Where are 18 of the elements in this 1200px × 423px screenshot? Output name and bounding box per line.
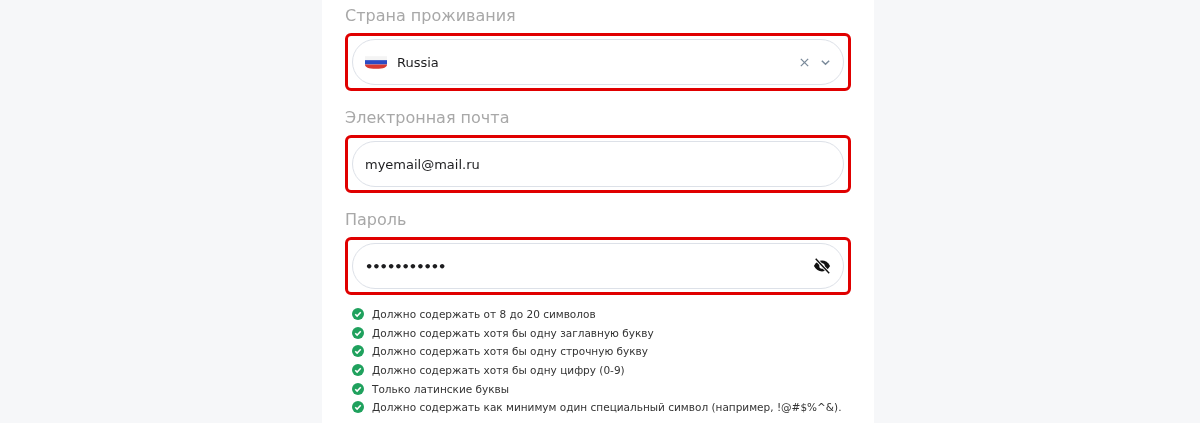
eye-slash-icon[interactable] [813, 257, 831, 275]
requirement-text: Только латинские буквы [372, 382, 510, 395]
requirement-text: Должно содержать как минимум один специальный символ (например, !@#$%^&). [372, 401, 842, 414]
password-dots: ••••••••••• [365, 258, 446, 274]
field-label: Пароль [345, 209, 408, 231]
requirement-text: Должно содержать хотя бы одну цифру (0-9) [372, 364, 625, 377]
select-value: Russia [397, 54, 439, 70]
requirement-text: Должно содержать хотя бы одну заглавную букву [372, 326, 654, 339]
field-label: Страна проживания [345, 5, 517, 27]
clear-icon[interactable] [799, 56, 810, 68]
field-label: Электронная почта [345, 107, 511, 129]
flag-icon [365, 55, 387, 69]
field-value: myemail@mail.ru [365, 156, 480, 172]
requirement-text: Должно содержать хотя бы одну строчную букву [372, 345, 649, 358]
country-select[interactable]: Russia [352, 39, 844, 85]
requirement-text: Должно содержать от 8 до 20 символов [372, 308, 596, 321]
password-field[interactable]: ••••••••••• [352, 243, 844, 289]
email-field[interactable]: myemail@mail.ru [352, 141, 844, 187]
